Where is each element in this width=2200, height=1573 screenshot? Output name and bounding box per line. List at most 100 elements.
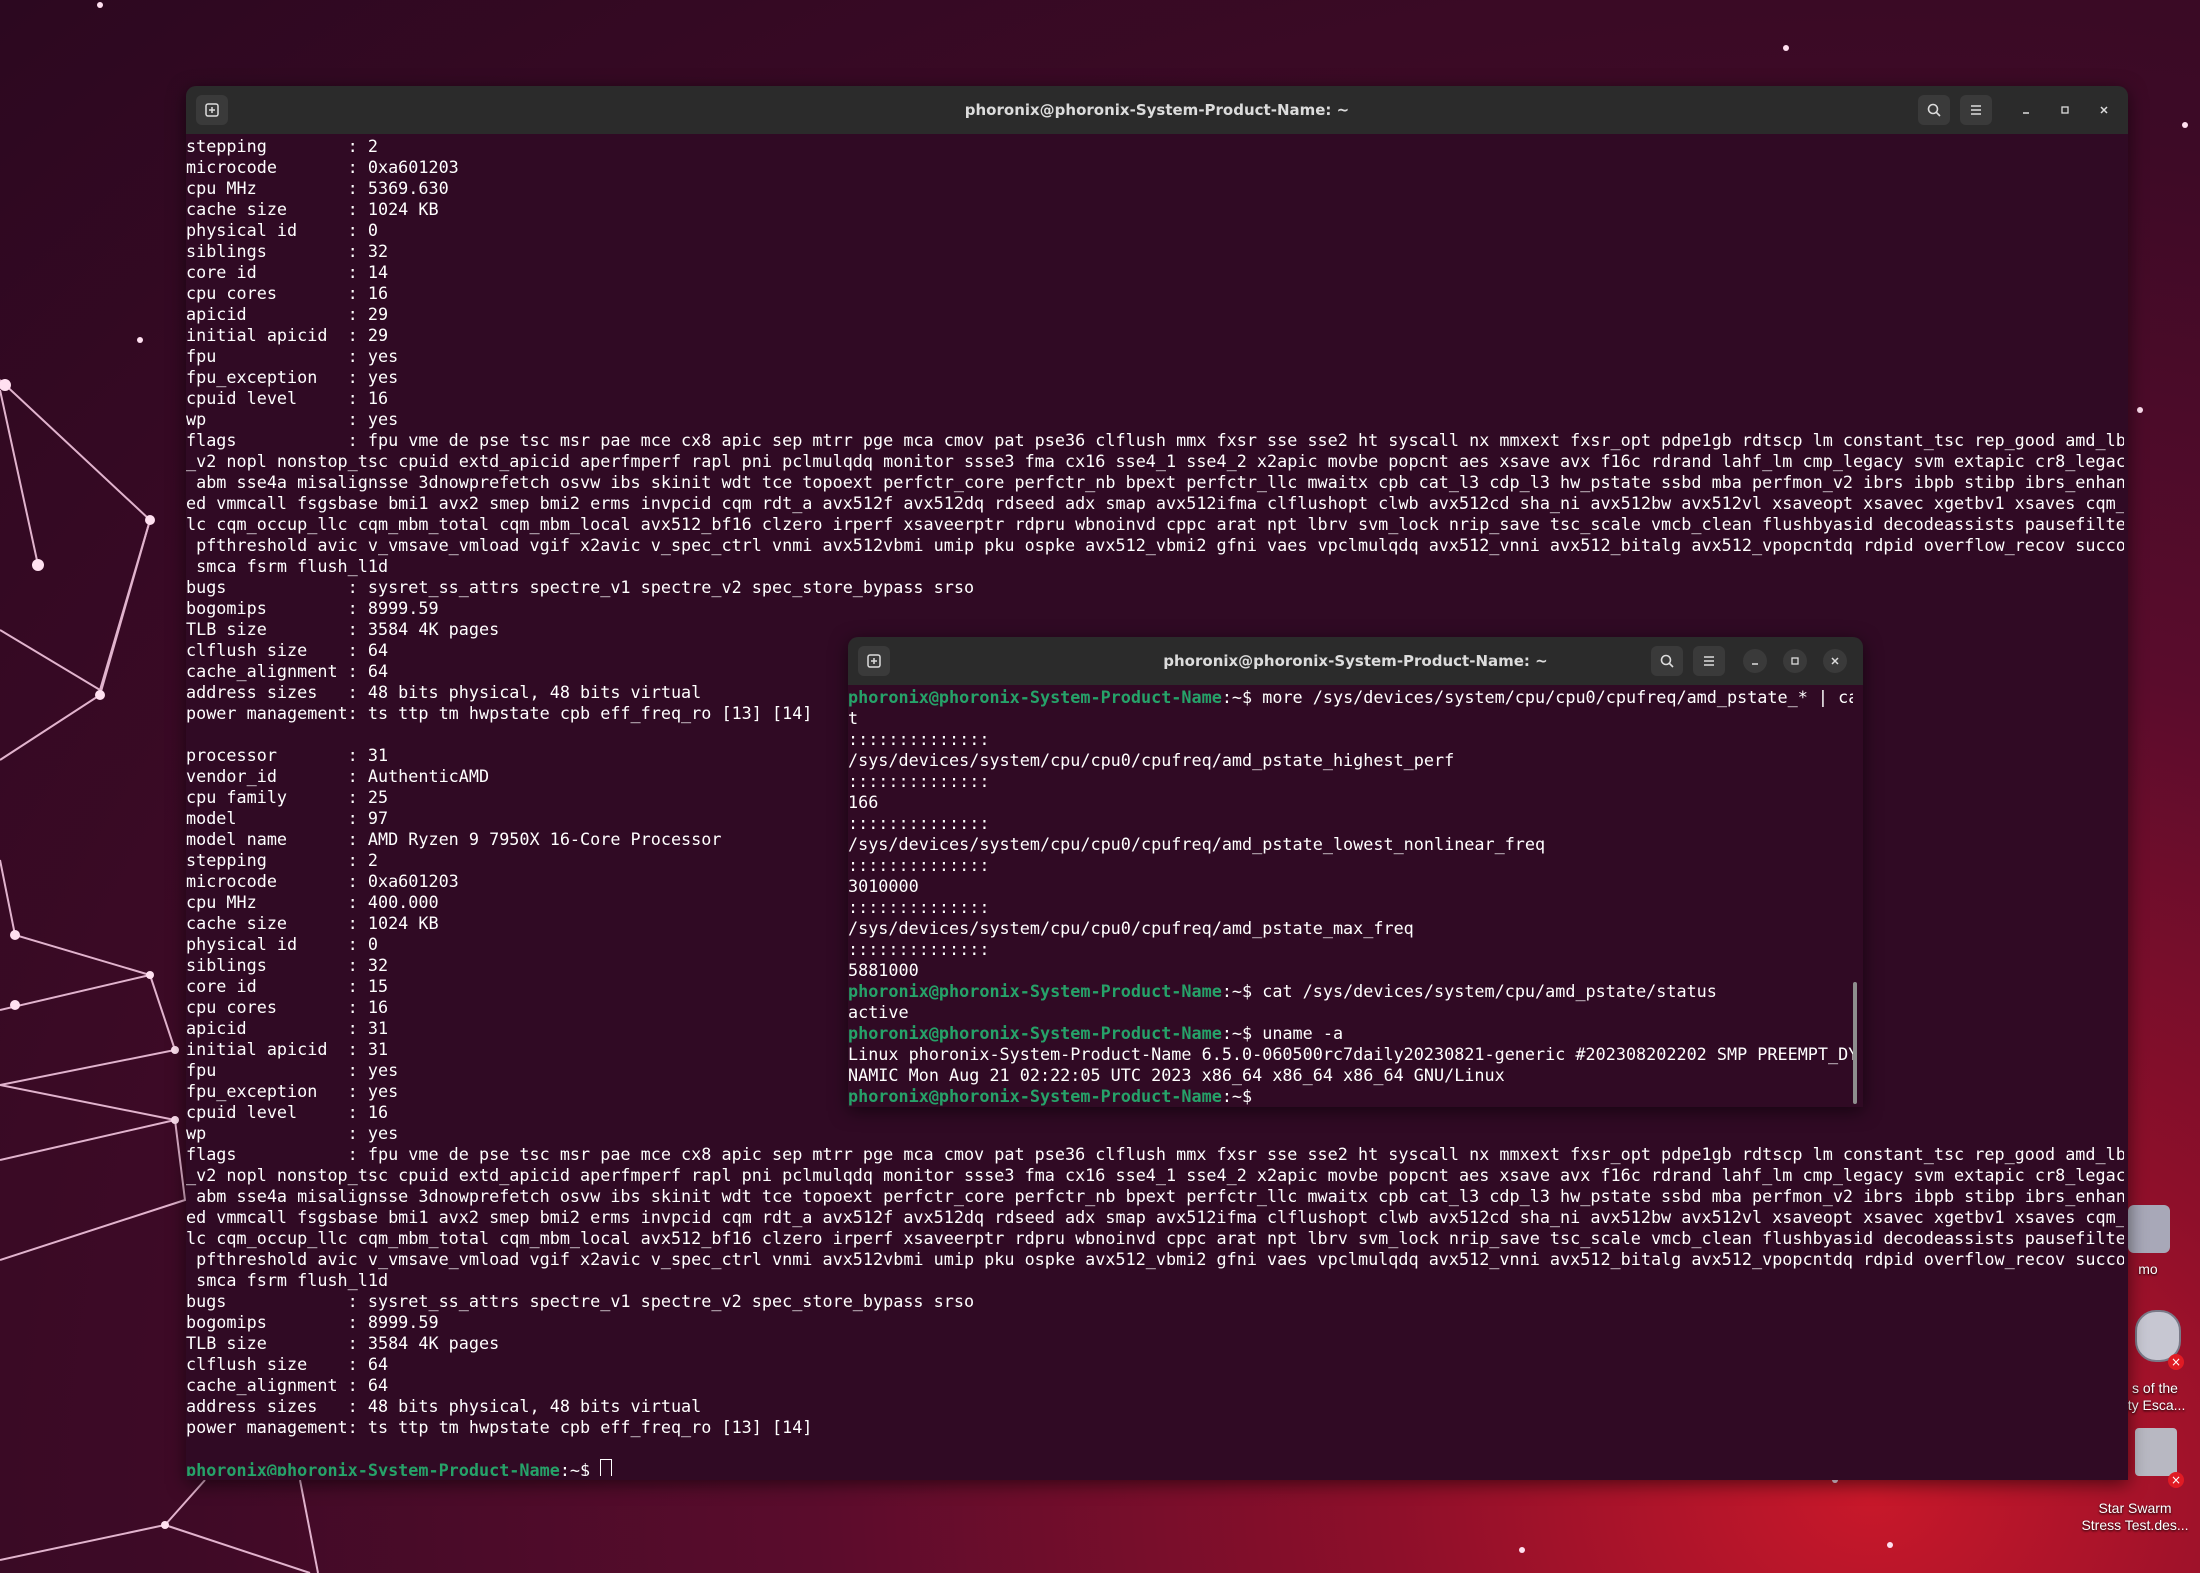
- cursor: [600, 1459, 613, 1476]
- close-button[interactable]: [2092, 98, 2116, 122]
- output-line: cpu cores : 16: [186, 283, 389, 303]
- close-button[interactable]: [1823, 649, 1847, 673]
- output-text: ::::::::::::::: [848, 729, 990, 749]
- output-line: /sys/devices/system/cpu/cpu0/cpufreq/amd…: [848, 834, 1853, 855]
- output-line: address sizes : 48 bits physical, 48 bit…: [186, 1396, 702, 1416]
- close-icon: [1831, 657, 1839, 665]
- command-text: cat /sys/devices/system/cpu/amd_pstate/s…: [1262, 981, 1717, 1001]
- error-badge-icon: ×: [2168, 1354, 2184, 1370]
- close-icon: [2100, 106, 2108, 114]
- output-line: phoronix@phoronix-System-Product-Name:~$…: [848, 687, 1853, 708]
- output-line: /sys/devices/system/cpu/cpu0/cpufreq/amd…: [848, 750, 1853, 771]
- app-icon: [2128, 1205, 2170, 1253]
- output-line: cpuid level : 16: [186, 388, 389, 408]
- scrollbar[interactable]: [1853, 982, 1857, 1104]
- search-button[interactable]: [1651, 646, 1683, 676]
- search-icon: [1660, 654, 1674, 668]
- output-line: fpu_exception : yes: [186, 367, 399, 387]
- hamburger-menu-icon: [1704, 656, 1714, 666]
- menu-button[interactable]: [1693, 646, 1725, 676]
- output-line: pfthreshold avic v_vmsave_vmload vgif x2…: [186, 535, 2124, 555]
- output-line: phoronix@phoronix-System-Product-Name:~$…: [848, 981, 1853, 1002]
- maximize-icon: [1791, 657, 1799, 665]
- output-line: bogomips : 8999.59: [186, 598, 439, 618]
- title-bar[interactable]: phoronix@phoronix-System-Product-Name: ~: [186, 86, 2128, 134]
- window-title: phoronix@phoronix-System-Product-Name: ~: [964, 101, 1350, 119]
- maximize-button[interactable]: [1783, 649, 1807, 673]
- error-badge-icon: ×: [2168, 1472, 2184, 1488]
- output-line: TLB size : 3584 4K pages: [186, 1333, 500, 1353]
- prompt-suffix: :~$: [1221, 1023, 1263, 1043]
- maximize-icon: [2061, 106, 2069, 114]
- output-line: ::::::::::::::: [848, 855, 1853, 876]
- output-text: ::::::::::::::: [848, 897, 990, 917]
- output-line: 3010000: [848, 876, 1853, 897]
- output-line: active: [848, 1002, 1853, 1023]
- output-line: 5881000: [848, 960, 1853, 981]
- output-line: bugs : sysret_ss_attrs spectre_v1 spectr…: [186, 1291, 975, 1311]
- output-text: ::::::::::::::: [848, 855, 990, 875]
- output-line: abm sse4a misalignsse 3dnowprefetch osvw…: [186, 1186, 2124, 1206]
- minimize-button[interactable]: [1743, 649, 1767, 673]
- minimize-icon: [1752, 663, 1758, 665]
- output-text: /sys/devices/system/cpu/cpu0/cpufreq/amd…: [848, 750, 1455, 770]
- output-text: /sys/devices/system/cpu/cpu0/cpufreq/amd…: [848, 834, 1546, 854]
- prompt-user-host: phoronix@phoronix-System-Product-Name: [848, 981, 1222, 1001]
- output-line: apicid : 29: [186, 304, 389, 324]
- output-line: ed vmmcall fsgsbase bmi1 avx2 smep bmi2 …: [186, 1207, 2124, 1227]
- output-line: ed vmmcall fsgsbase bmi1 avx2 smep bmi2 …: [186, 493, 2124, 513]
- output-line: wp : yes: [186, 1123, 399, 1143]
- output-line: lc cqm_occup_llc cqm_mbm_total cqm_mbm_l…: [186, 1228, 2124, 1248]
- output-line: stepping : 2: [186, 136, 378, 156]
- search-icon: [1927, 103, 1941, 117]
- output-text: 166: [848, 792, 879, 812]
- output-line: bogomips : 8999.59: [186, 1312, 439, 1332]
- output-line: Linux phoronix-System-Product-Name 6.5.0…: [848, 1044, 1853, 1065]
- output-line: smca fsrm flush_l1d: [186, 1270, 389, 1290]
- output-text: t: [848, 708, 859, 728]
- output-line: microcode : 0xa601203: [186, 157, 459, 177]
- prompt-user-host: phoronix@phoronix-System-Product-Name: [848, 1023, 1222, 1043]
- output-text: Linux phoronix-System-Product-Name 6.5.0…: [848, 1044, 1853, 1064]
- desktop-icon-label: Star Swarm Stress Test.des...: [2081, 1500, 2189, 1533]
- output-text: 3010000: [848, 876, 919, 896]
- output-line: core id : 14: [186, 262, 389, 282]
- output-text: NAMIC Mon Aug 21 02:22:05 UTC 2023 x86_6…: [848, 1065, 1505, 1085]
- prompt-user-host: phoronix@phoronix-System-Product-Name: [848, 1086, 1222, 1106]
- prompt-user-host: phoronix@phoronix-System-Product-Name: [848, 687, 1222, 707]
- output-text: 5881000: [848, 960, 919, 980]
- output-line: pfthreshold avic v_vmsave_vmload vgif x2…: [186, 1249, 2124, 1269]
- hamburger-menu-icon: [1971, 105, 1981, 115]
- maximize-button[interactable]: [2053, 98, 2077, 122]
- command-text: uname -a: [1262, 1023, 1344, 1043]
- output-line: siblings : 32: [186, 241, 389, 261]
- terminal-output[interactable]: phoronix@phoronix-System-Product-Name:~$…: [848, 687, 1853, 1107]
- output-line: flags : fpu vme de pse tsc msr pae mce c…: [186, 1144, 2124, 1164]
- output-line: clflush size : 64: [186, 1354, 389, 1374]
- small-terminal-window[interactable]: phoronix@phoronix-System-Product-Name: ~…: [848, 637, 1863, 1107]
- title-bar[interactable]: phoronix@phoronix-System-Product-Name: ~: [848, 637, 1863, 685]
- prompt-suffix: :~$: [559, 1460, 601, 1476]
- output-text: active: [848, 1002, 909, 1022]
- output-line: ::::::::::::::: [848, 771, 1853, 792]
- minimize-button[interactable]: [2014, 98, 2038, 122]
- output-line: abm sse4a misalignsse 3dnowprefetch osvw…: [186, 472, 2124, 492]
- desktop-icon-demo[interactable]: mo: [2128, 1205, 2200, 1285]
- output-line: phoronix@phoronix-System-Product-Name:~$…: [848, 1023, 1853, 1044]
- output-line: NAMIC Mon Aug 21 02:22:05 UTC 2023 x86_6…: [848, 1065, 1853, 1086]
- prompt-suffix: :~$: [1221, 687, 1263, 707]
- output-line: power management: ts ttp tm hwpstate cpb…: [186, 1417, 813, 1437]
- output-line: lc cqm_occup_llc cqm_mbm_total cqm_mbm_l…: [186, 514, 2124, 534]
- output-line: 166: [848, 792, 1853, 813]
- output-line: t: [848, 708, 1853, 729]
- output-line: cache size : 1024 KB: [186, 199, 439, 219]
- output-line: cache_alignment : 64: [186, 1375, 389, 1395]
- prompt-suffix: :~$: [1221, 1086, 1263, 1106]
- output-line: ::::::::::::::: [848, 813, 1853, 834]
- menu-button[interactable]: [1960, 95, 1992, 125]
- output-text: /sys/devices/system/cpu/cpu0/cpufreq/amd…: [848, 918, 1414, 938]
- search-button[interactable]: [1918, 95, 1950, 125]
- game-icon: [2135, 1428, 2177, 1476]
- output-line: smca fsrm flush_l1d: [186, 556, 389, 576]
- prompt-line: phoronix@phoronix-System-Product-Name:~$: [186, 1459, 2124, 1476]
